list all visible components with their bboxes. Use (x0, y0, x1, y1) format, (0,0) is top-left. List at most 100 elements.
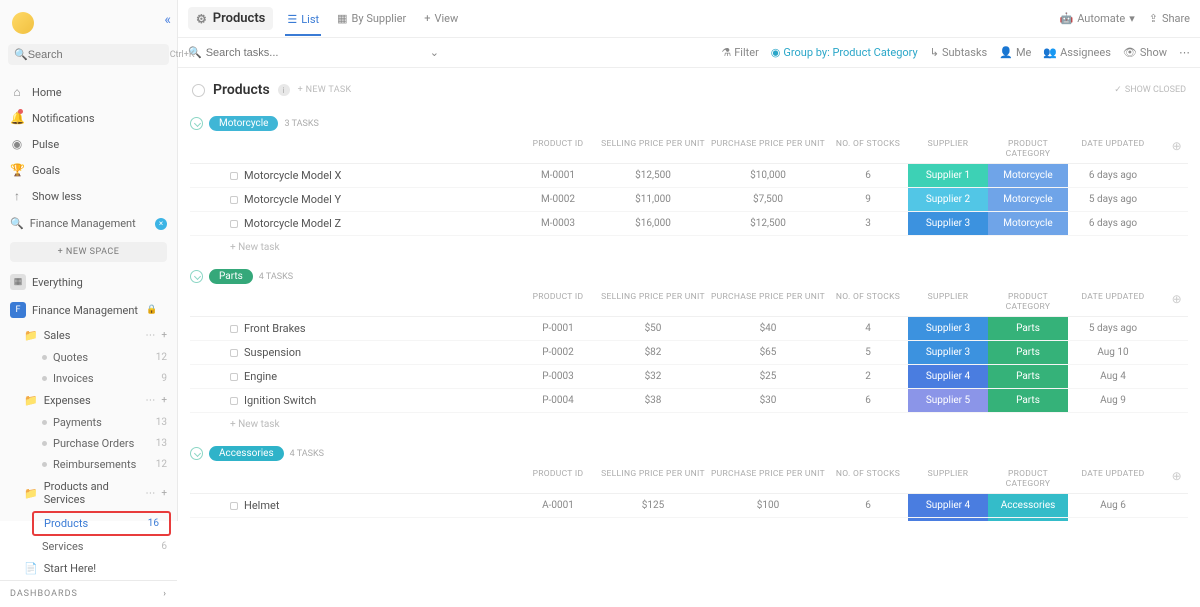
row-name-cell[interactable]: Motorcycle Model Y (190, 188, 518, 211)
expand-icon[interactable] (190, 270, 203, 283)
cell-supplier[interactable]: Supplier 1 (908, 164, 988, 187)
expand-icon[interactable] (190, 447, 203, 460)
cell-more[interactable] (1158, 365, 1188, 388)
workspace-section[interactable]: 🔍 Finance Management × (0, 209, 177, 236)
cell-category[interactable]: Motorcycle (988, 164, 1068, 187)
cell-more[interactable] (1158, 317, 1188, 340)
row-name-cell[interactable]: Helmet (190, 494, 518, 517)
cell-more[interactable] (1158, 341, 1188, 364)
more-icon[interactable]: ⋯ (145, 395, 155, 406)
more-icon[interactable]: ⋯ (145, 330, 155, 341)
search-tasks-input[interactable] (206, 47, 306, 59)
col-category[interactable]: PRODUCT CATEGORY (988, 139, 1068, 159)
cell-more[interactable] (1158, 494, 1188, 517)
list-payments[interactable]: Payments13 (0, 412, 177, 433)
plus-icon[interactable]: + (161, 488, 167, 499)
col-supplier[interactable]: SUPPLIER (908, 469, 988, 489)
row-name-cell[interactable]: Front Brakes (190, 317, 518, 340)
col-selling-price[interactable]: SELLING PRICE PER UNIT (598, 469, 708, 489)
nav-pulse[interactable]: ◉Pulse (0, 131, 177, 157)
filter-button[interactable]: ⚗Filter (721, 46, 758, 59)
cell-more[interactable] (1158, 212, 1188, 235)
col-category[interactable]: PRODUCT CATEGORY (988, 292, 1068, 312)
table-row[interactable]: Motorcycle Model Z M-0003 $16,000 $12,50… (190, 212, 1188, 236)
cell-supplier[interactable]: Supplier 4 (908, 365, 988, 388)
more-button[interactable]: ⋯ (1179, 46, 1190, 59)
row-status-icon[interactable] (230, 373, 238, 381)
group-header[interactable]: Motorcycle 3 TASKS (190, 112, 1188, 135)
plus-icon[interactable]: + (161, 330, 167, 341)
add-column-button[interactable]: ⊕ (1158, 139, 1188, 159)
breadcrumb[interactable]: ⚙Products (188, 7, 273, 30)
folder-products-services[interactable]: 📁Products and Services⋯+ (0, 475, 177, 511)
cell-more[interactable] (1158, 188, 1188, 211)
table-row[interactable]: Motorcycle Model X M-0001 $12,500 $10,00… (190, 164, 1188, 188)
cell-supplier[interactable]: Supplier 4 (908, 494, 988, 517)
list-reimbursements[interactable]: Reimbursements12 (0, 454, 177, 475)
cell-category[interactable]: Parts (988, 389, 1068, 412)
sidebar-search[interactable]: 🔍 Ctrl+K (8, 44, 169, 65)
col-date[interactable]: DATE UPDATED (1068, 469, 1158, 489)
table-row[interactable]: Suspension P-0002 $82 $65 5 Supplier 3 P… (190, 341, 1188, 365)
row-status-icon[interactable] (230, 397, 238, 405)
plus-icon[interactable]: + (161, 395, 167, 406)
col-category[interactable]: PRODUCT CATEGORY (988, 469, 1068, 489)
assignees-button[interactable]: 👥Assignees (1043, 46, 1111, 59)
group-by-button[interactable]: ◉Group by: Product Category (771, 46, 918, 59)
col-stocks[interactable]: NO. OF STOCKS (828, 139, 908, 159)
list-products[interactable]: Products16 (34, 513, 169, 534)
row-name-cell[interactable]: Suspension (190, 341, 518, 364)
row-name-cell[interactable]: Motorcycle Model Z (190, 212, 518, 235)
space-everything[interactable]: ▦Everything (0, 268, 177, 296)
row-status-icon[interactable] (230, 502, 238, 510)
expand-icon[interactable] (190, 117, 203, 130)
group-header[interactable]: Parts 4 TASKS (190, 265, 1188, 288)
cell-supplier[interactable]: Supplier 3 (908, 317, 988, 340)
info-icon[interactable]: i (278, 84, 290, 96)
col-date[interactable]: DATE UPDATED (1068, 139, 1158, 159)
folder-expenses[interactable]: 📁Expenses⋯+ (0, 389, 177, 412)
col-product-id[interactable]: PRODUCT ID (518, 292, 598, 312)
show-button[interactable]: 👁Show (1123, 46, 1167, 59)
list-invoices[interactable]: Invoices9 (0, 368, 177, 389)
nav-home[interactable]: ⌂Home (0, 79, 177, 105)
cell-supplier[interactable]: Supplier 3 (908, 341, 988, 364)
col-product-id[interactable]: PRODUCT ID (518, 139, 598, 159)
table-row[interactable]: Motorcycle Model Y M-0002 $11,000 $7,500… (190, 188, 1188, 212)
row-name-cell[interactable]: Ignition Switch (190, 389, 518, 412)
row-name-cell[interactable]: Engine (190, 365, 518, 388)
view-tab-by-supplier[interactable]: ▦By Supplier (335, 2, 408, 35)
nav-notifications[interactable]: 🔔Notifications (0, 105, 177, 131)
add-column-button[interactable]: ⊕ (1158, 469, 1188, 489)
cell-more[interactable] (1158, 164, 1188, 187)
group-pill[interactable]: Accessories (209, 446, 284, 461)
table-row[interactable]: Engine P-0003 $32 $25 2 Supplier 4 Parts… (190, 365, 1188, 389)
col-date[interactable]: DATE UPDATED (1068, 292, 1158, 312)
cell-category[interactable]: Parts (988, 341, 1068, 364)
row-status-icon[interactable] (230, 172, 238, 180)
workspace-avatar[interactable] (12, 12, 34, 34)
close-icon[interactable]: × (155, 218, 167, 230)
col-stocks[interactable]: NO. OF STOCKS (828, 469, 908, 489)
nav-showless[interactable]: ↑Show less (0, 183, 177, 209)
col-stocks[interactable]: NO. OF STOCKS (828, 292, 908, 312)
me-button[interactable]: 👤Me (999, 46, 1031, 59)
list-purchase-orders[interactable]: Purchase Orders13 (0, 433, 177, 454)
view-tab-list[interactable]: ☰List (285, 3, 321, 36)
subtasks-button[interactable]: ↳Subtasks (930, 46, 988, 59)
cell-category[interactable]: Motorcycle (988, 188, 1068, 211)
row-status-icon[interactable] (230, 196, 238, 204)
nav-goals[interactable]: 🏆Goals (0, 157, 177, 183)
col-supplier[interactable]: SUPPLIER (908, 292, 988, 312)
col-purchase-price[interactable]: PURCHASE PRICE PER UNIT (708, 292, 828, 312)
folder-sales[interactable]: 📁Sales⋯+ (0, 324, 177, 347)
folder-start-here[interactable]: 📄Start Here! (0, 557, 177, 580)
dashboards-section[interactable]: DASHBOARDS› (0, 580, 177, 607)
chevron-down-icon[interactable]: ⌄ (430, 46, 439, 59)
cell-category[interactable]: Parts (988, 317, 1068, 340)
list-services[interactable]: Services6 (0, 536, 177, 557)
group-pill[interactable]: Motorcycle (209, 116, 278, 131)
cell-supplier[interactable]: Supplier 3 (908, 212, 988, 235)
search-tasks[interactable]: 🔍⌄ (188, 46, 439, 59)
row-name-cell[interactable]: Motorcycle Model X (190, 164, 518, 187)
